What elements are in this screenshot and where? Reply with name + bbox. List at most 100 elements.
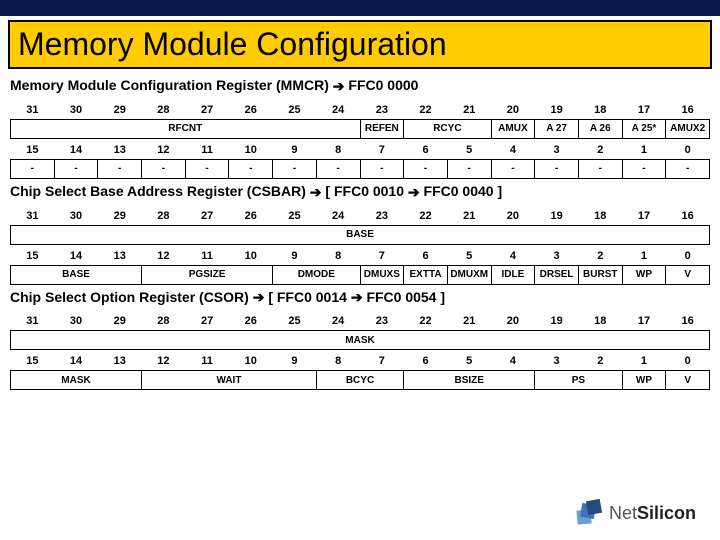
logo-icon (575, 498, 605, 528)
bit-number: 28 (142, 99, 186, 120)
bit-number: 5 (447, 138, 491, 159)
field-label: DMODE (273, 265, 360, 284)
field-label: - (666, 159, 710, 178)
field-label: - (316, 159, 360, 178)
bit-number: 7 (360, 350, 404, 371)
bit-number: 26 (229, 310, 273, 331)
field-label: - (11, 159, 55, 178)
field-label: - (142, 159, 186, 178)
field-label: - (54, 159, 98, 178)
arrow-right-icon: ➔ (351, 289, 363, 306)
bit-number: 23 (360, 205, 404, 226)
bit-number: 27 (185, 205, 229, 226)
bit-number: 23 (360, 310, 404, 331)
bit-number: 22 (404, 99, 448, 120)
bit-number: 27 (185, 99, 229, 120)
field-label: DMUXS (360, 265, 404, 284)
field-label: EXTTA (404, 265, 448, 284)
field-label: - (98, 159, 142, 178)
bit-number: 6 (404, 244, 448, 265)
csor-heading-mid: [ FFC0 0014 (268, 289, 350, 305)
field-label: BSIZE (404, 371, 535, 390)
csbar-heading-post: FFC0 0040 ] (424, 183, 503, 199)
field-label: BURST (578, 265, 622, 284)
field-label: - (273, 159, 317, 178)
field-label: A 25* (622, 119, 666, 138)
bit-number: 3 (535, 244, 579, 265)
bit-number: 8 (316, 138, 360, 159)
bit-number: 22 (404, 310, 448, 331)
field-label: WAIT (142, 371, 317, 390)
bit-number: 30 (54, 205, 98, 226)
bit-number: 28 (142, 205, 186, 226)
bit-number: 26 (229, 205, 273, 226)
bit-number: 4 (491, 244, 535, 265)
field-label: - (360, 159, 404, 178)
bit-number: 20 (491, 310, 535, 331)
bit-number: 21 (447, 205, 491, 226)
bit-number: 31 (11, 310, 55, 331)
field-label: MASK (11, 331, 710, 350)
field-label: DMUXM (447, 265, 491, 284)
bit-number: 22 (404, 205, 448, 226)
bit-number: 13 (98, 350, 142, 371)
bit-number: 9 (273, 350, 317, 371)
bit-number: 1 (622, 244, 666, 265)
field-label: - (229, 159, 273, 178)
csor-heading-pre: Chip Select Option Register (CSOR) (10, 289, 253, 305)
bit-number: 0 (666, 350, 710, 371)
bit-number: 18 (578, 99, 622, 120)
bit-number: 23 (360, 99, 404, 120)
bit-number: 15 (11, 350, 55, 371)
field-label: A 26 (578, 119, 622, 138)
bit-number: 29 (98, 99, 142, 120)
bit-number: 1 (622, 138, 666, 159)
bit-number: 31 (11, 99, 55, 120)
bit-number: 6 (404, 350, 448, 371)
logo-text: NetSilicon (609, 503, 696, 524)
bit-number: 11 (185, 138, 229, 159)
bit-number: 26 (229, 99, 273, 120)
field-label: BASE (11, 265, 142, 284)
field-label: RCYC (404, 119, 491, 138)
bit-number: 10 (229, 138, 273, 159)
field-label: - (491, 159, 535, 178)
csor-heading-post: FFC0 0054 ] (366, 289, 445, 305)
mmcr-heading-post: FFC0 0000 (348, 77, 418, 93)
bit-number: 31 (11, 205, 55, 226)
arrow-right-icon: ➔ (253, 289, 265, 306)
field-label: AMUX2 (666, 119, 710, 138)
field-label: DRSEL (535, 265, 579, 284)
field-label: - (535, 159, 579, 178)
mmcr-heading-pre: Memory Module Configuration Register (MM… (10, 77, 333, 93)
field-label: MASK (11, 371, 142, 390)
arrow-right-icon: ➔ (333, 78, 345, 95)
bit-number: 17 (622, 205, 666, 226)
bit-number: 9 (273, 138, 317, 159)
bit-number: 14 (54, 138, 98, 159)
bit-number: 25 (273, 310, 317, 331)
bit-number: 18 (578, 205, 622, 226)
field-label: PS (535, 371, 622, 390)
field-label: - (447, 159, 491, 178)
bit-number: 25 (273, 99, 317, 120)
bit-number: 20 (491, 205, 535, 226)
field-label: PGSIZE (142, 265, 273, 284)
bit-number: 29 (98, 310, 142, 331)
bit-number: 28 (142, 310, 186, 331)
field-label: A 27 (535, 119, 579, 138)
field-label: - (578, 159, 622, 178)
top-bar (0, 0, 720, 16)
bit-number: 30 (54, 310, 98, 331)
field-label: - (622, 159, 666, 178)
bit-number: 9 (273, 244, 317, 265)
bit-number: 16 (666, 205, 710, 226)
bit-number: 2 (578, 244, 622, 265)
field-label: V (666, 265, 710, 284)
bit-number: 10 (229, 350, 273, 371)
bit-number: 14 (54, 350, 98, 371)
bit-number: 24 (316, 205, 360, 226)
bit-number: 16 (666, 99, 710, 120)
bit-number: 13 (98, 244, 142, 265)
field-label: REFEN (360, 119, 404, 138)
